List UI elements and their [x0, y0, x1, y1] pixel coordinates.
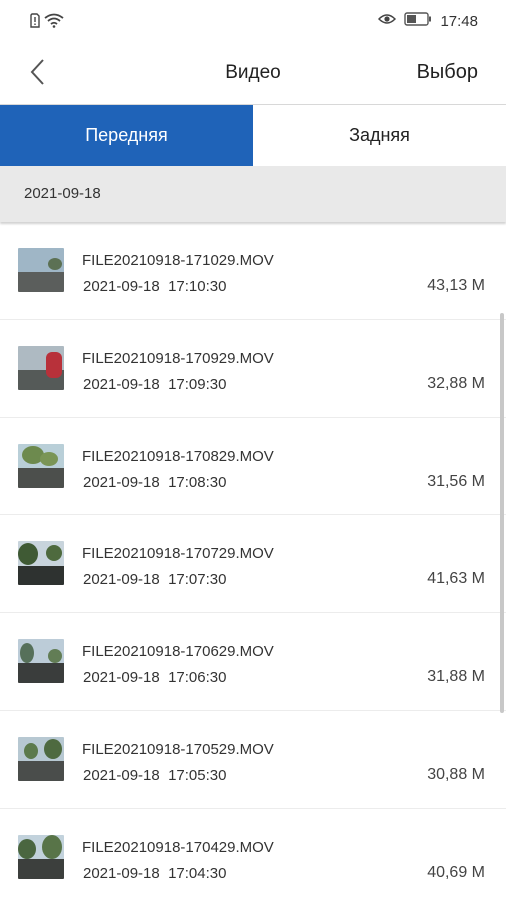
select-button[interactable]: Выбор [417, 61, 478, 84]
list-item[interactable]: FILE20210918-170729.MOV 2021-09-18 17:07… [0, 515, 506, 614]
list-item[interactable]: FILE20210918-170529.MOV 2021-09-18 17:05… [0, 711, 506, 809]
file-name: FILE20210918-170729.MOV [82, 545, 274, 563]
sim-alert-icon [30, 13, 40, 33]
file-datetime: 2021-09-18 17:06:30 [83, 669, 227, 687]
file-size: 41,63 M [427, 570, 485, 588]
file-size: 32,88 M [427, 374, 485, 392]
status-bar: 17:48 [0, 0, 506, 44]
file-name: FILE20210918-171029.MOV [82, 252, 274, 269]
video-thumbnail [18, 639, 64, 684]
tab-rear[interactable]: Задняя [253, 105, 506, 166]
scrollbar[interactable] [500, 313, 504, 713]
video-thumbnail [18, 345, 64, 390]
file-datetime: 2021-09-18 17:08:30 [83, 473, 227, 491]
status-time: 17:48 [440, 12, 478, 30]
file-size: 43,13 M [427, 277, 485, 294]
video-thumbnail [18, 248, 64, 292]
list-item[interactable]: FILE20210918-170829.MOV 2021-09-18 17:08… [0, 418, 506, 516]
tab-front[interactable]: Передняя [0, 105, 253, 166]
file-size: 40,69 M [427, 863, 485, 881]
file-name: FILE20210918-170929.MOV [82, 349, 274, 367]
list-item[interactable]: FILE20210918-170629.MOV 2021-09-18 17:06… [0, 613, 506, 711]
file-size: 31,56 M [427, 472, 485, 490]
battery-icon [404, 12, 432, 30]
date-group-header: 2021-09-18 [0, 166, 506, 222]
file-datetime: 2021-09-18 17:05:30 [83, 766, 227, 784]
video-thumbnail [18, 541, 64, 586]
file-size: 30,88 M [427, 765, 485, 783]
file-name: FILE20210918-170629.MOV [82, 643, 274, 661]
file-datetime: 2021-09-18 17:04:30 [83, 864, 227, 882]
file-name: FILE20210918-170429.MOV [82, 838, 274, 856]
file-name: FILE20210918-170829.MOV [82, 447, 274, 465]
file-size: 31,88 M [427, 668, 485, 686]
wifi-icon [44, 13, 64, 33]
app-header: Видео Выбор [0, 44, 506, 104]
file-datetime: 2021-09-18 17:07:30 [83, 571, 227, 589]
file-list: FILE20210918-171029.MOV 2021-09-18 17:10… [0, 222, 506, 900]
file-datetime: 2021-09-18 17:09:30 [83, 375, 227, 393]
list-item[interactable]: FILE20210918-171029.MOV 2021-09-18 17:10… [0, 222, 506, 320]
video-thumbnail [18, 443, 64, 488]
video-thumbnail [18, 834, 64, 879]
file-name: FILE20210918-170529.MOV [82, 740, 274, 758]
file-datetime: 2021-09-18 17:10:30 [83, 278, 227, 295]
list-item[interactable]: FILE20210918-170929.MOV 2021-09-18 17:09… [0, 320, 506, 418]
camera-tabs: Передняя Задняя [0, 104, 506, 166]
eye-icon [378, 12, 397, 30]
status-right: 17:48 [378, 12, 478, 30]
list-item[interactable]: FILE20210918-170429.MOV 2021-09-18 17:04… [0, 809, 506, 900]
video-thumbnail [18, 736, 64, 781]
status-left [30, 13, 64, 33]
